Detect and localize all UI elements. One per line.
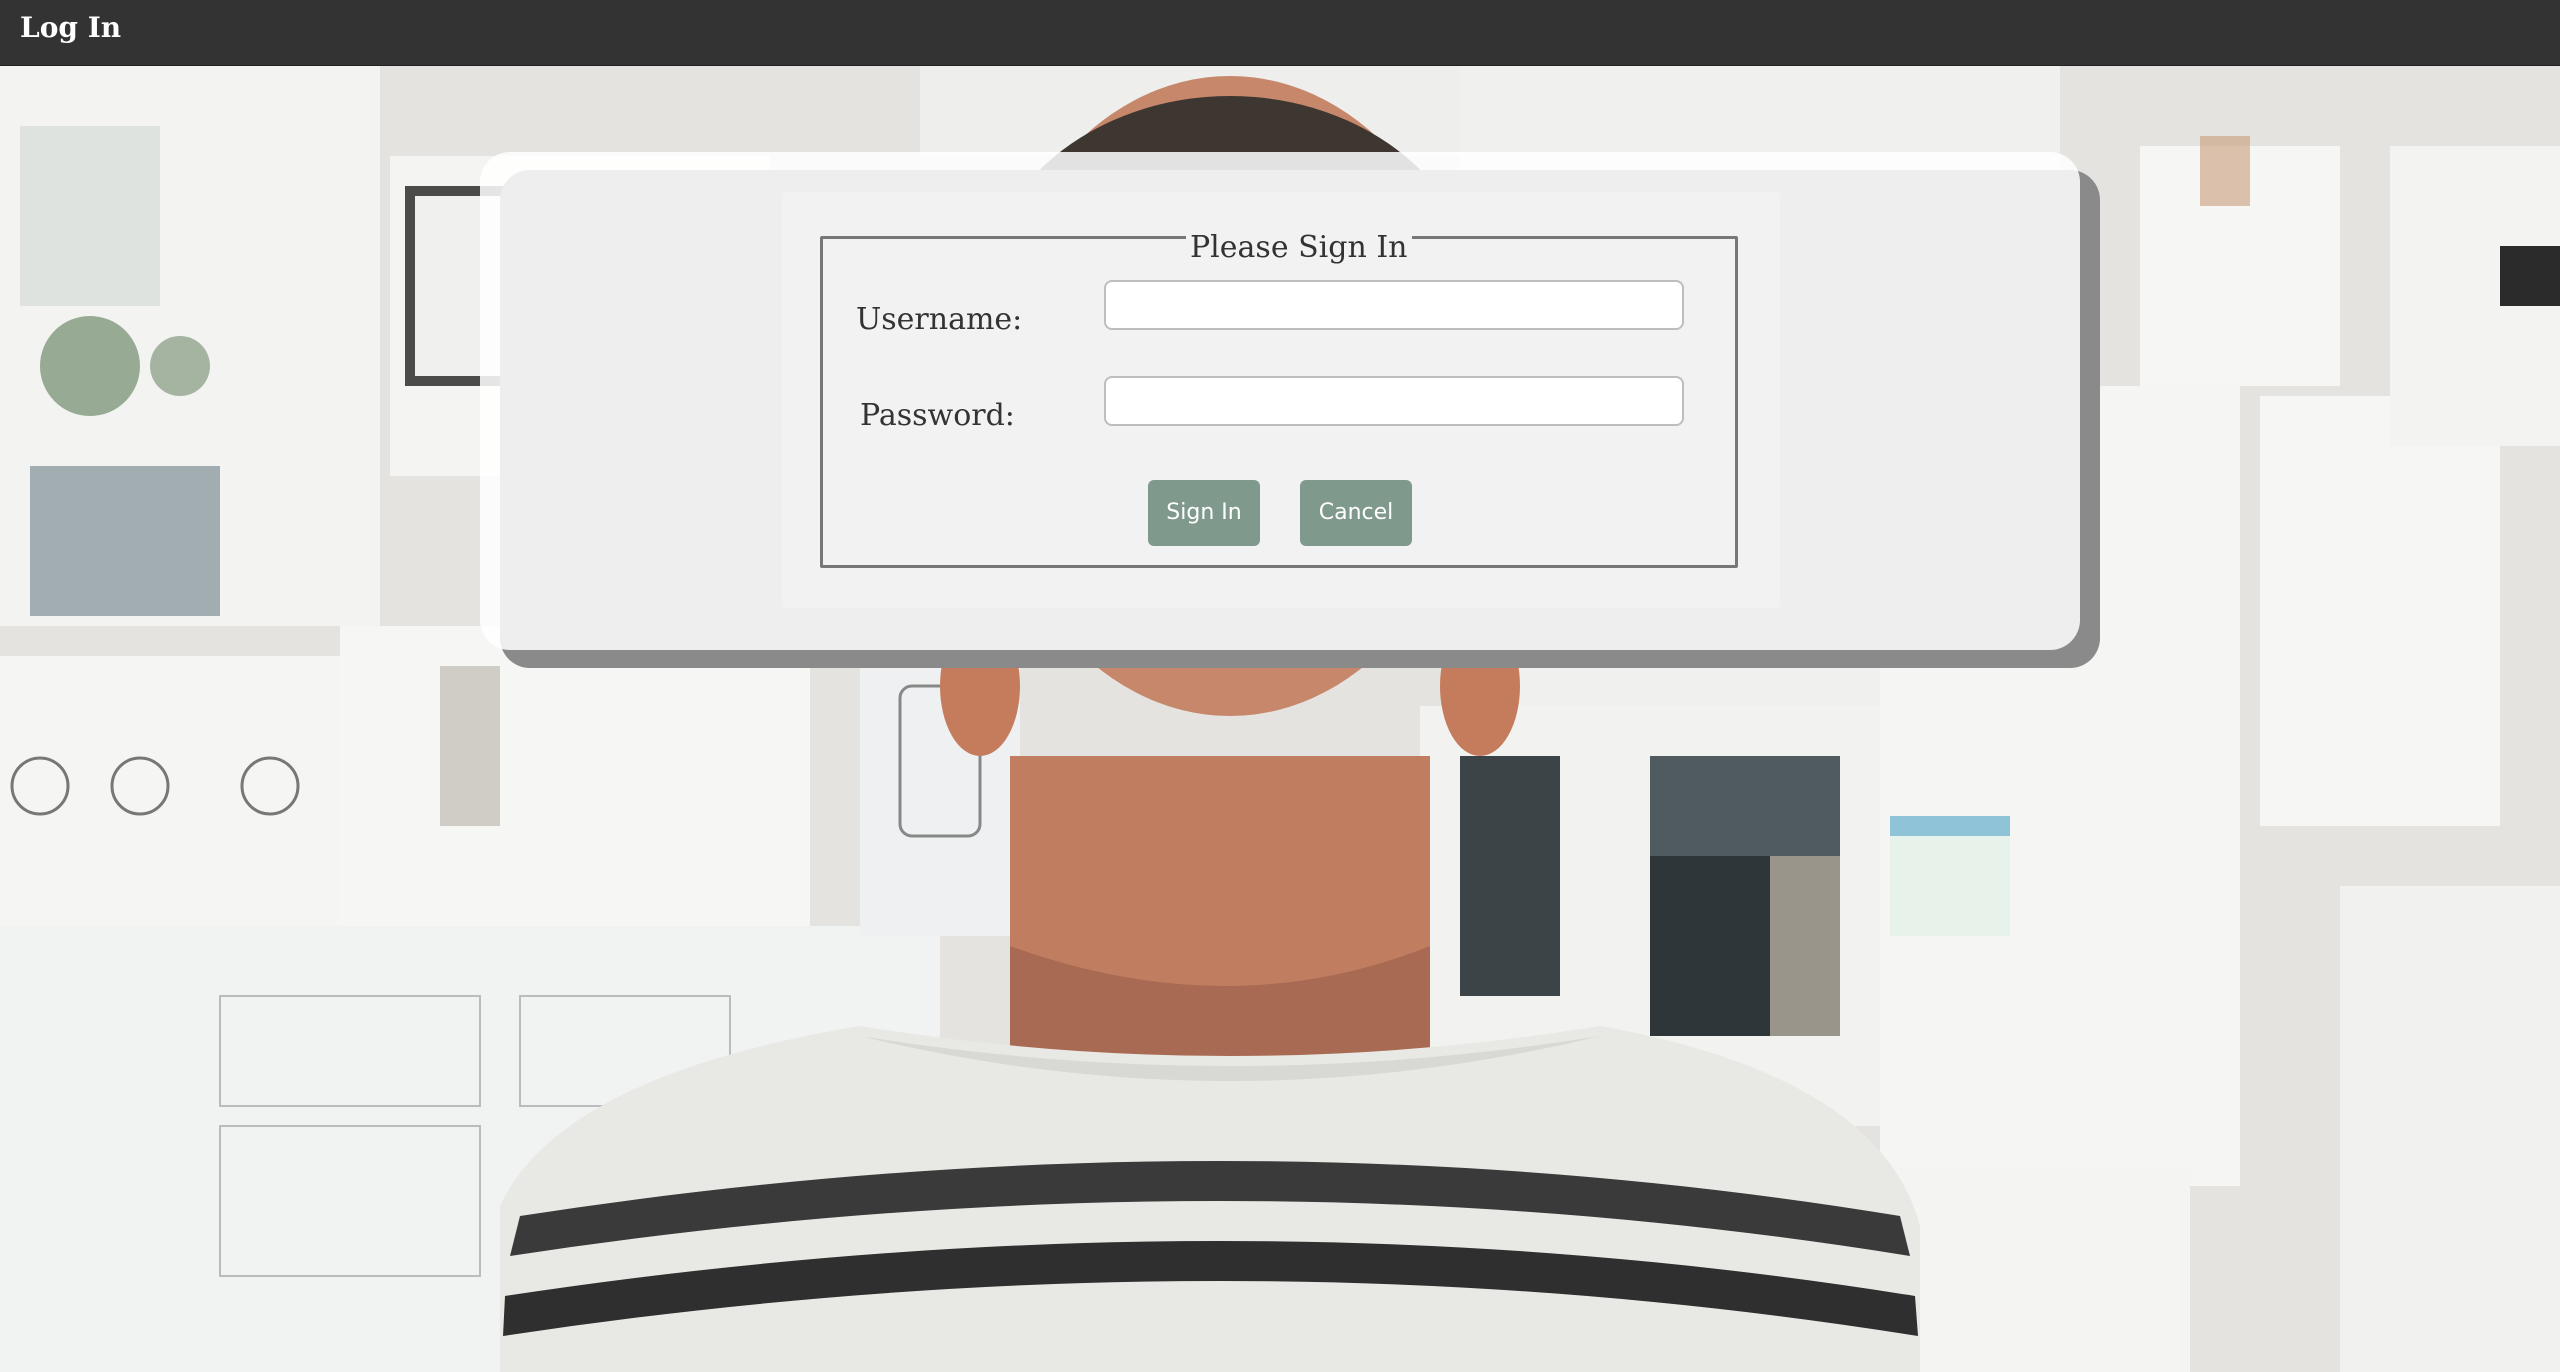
username-input[interactable] [1104,280,1684,330]
signin-legend: Please Sign In [1186,228,1412,268]
sign-in-button[interactable]: Sign In [1148,480,1260,546]
top-bar: Log In [0,0,2560,66]
password-input[interactable] [1104,376,1684,426]
cancel-button[interactable]: Cancel [1300,480,1412,546]
page-title: Log In [20,11,122,44]
password-label: Password: [860,398,1015,433]
username-label: Username: [856,302,1023,337]
